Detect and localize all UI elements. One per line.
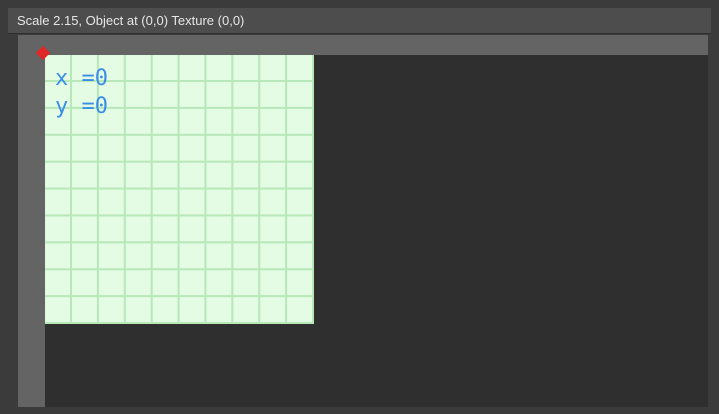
top-ruler (18, 35, 708, 55)
x-coordinate-readout: x =0 (55, 66, 108, 91)
texture-grid-image[interactable]: x =0 y =0 (45, 55, 314, 324)
status-text: Scale 2.15, Object at (0,0) Texture (0,0… (17, 13, 245, 28)
texture-viewport[interactable]: x =0 y =0 (18, 35, 708, 407)
left-ruler (18, 35, 45, 407)
y-coordinate-readout: y =0 (55, 94, 108, 119)
texture-viewer-window: Scale 2.15, Object at (0,0) Texture (0,0… (0, 0, 719, 414)
title-bar: Scale 2.15, Object at (0,0) Texture (0,0… (8, 8, 711, 34)
